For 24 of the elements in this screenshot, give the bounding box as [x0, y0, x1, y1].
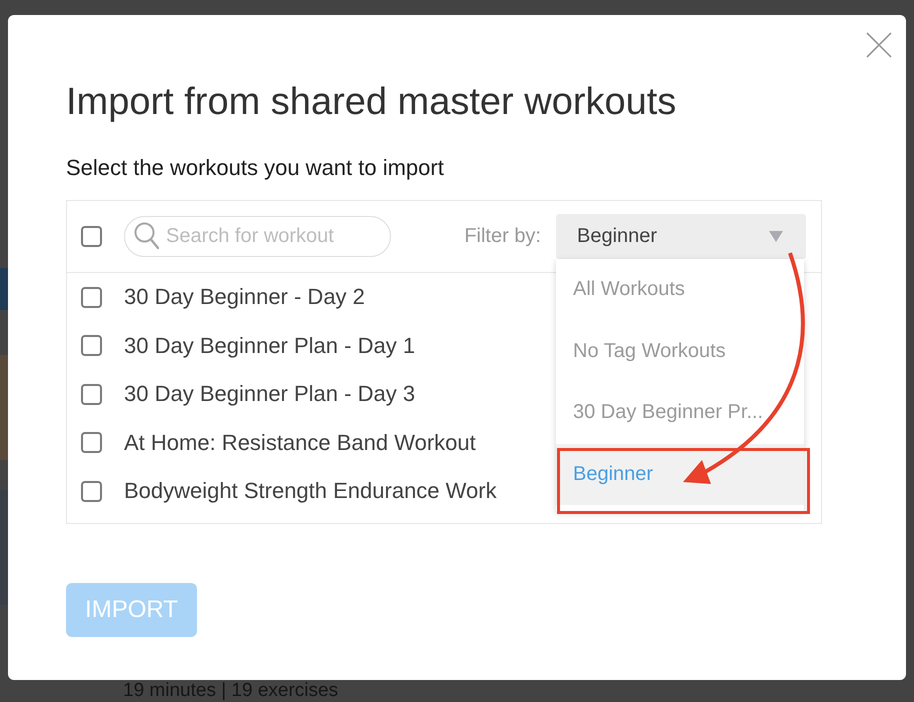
filter-option[interactable]: 30 Day Beginner Pr...	[556, 382, 804, 444]
workout-name: Bodyweight Strength Endurance Work	[124, 478, 497, 504]
dropdown-triangle-icon	[769, 231, 783, 242]
close-button[interactable]	[866, 32, 892, 58]
row-checkbox[interactable]	[81, 335, 102, 356]
row-checkbox[interactable]	[81, 286, 102, 308]
filter-option[interactable]: No Tag Workouts	[556, 320, 804, 382]
workout-name: 30 Day Beginner - Day 2	[124, 284, 365, 310]
filter-select[interactable]: Beginner	[556, 214, 806, 259]
workout-name: At Home: Resistance Band Workout	[124, 430, 476, 456]
dialog-title: Import from shared master workouts	[66, 80, 676, 124]
filter-label: Filter by:	[464, 225, 541, 248]
workout-name: 30 Day Beginner Plan - Day 1	[124, 332, 416, 359]
filter-option[interactable]: All Workouts	[556, 259, 804, 320]
search-icon	[134, 222, 159, 250]
page-header-bar	[0, 268, 8, 310]
dialog-subtitle: Select the workouts you want to import	[66, 155, 444, 181]
row-checkbox[interactable]	[81, 384, 102, 405]
close-icon	[866, 32, 892, 58]
workout-name: 30 Day Beginner Plan - Day 3	[124, 381, 416, 408]
search-field[interactable]: Search for workout	[124, 216, 391, 257]
row-checkbox[interactable]	[81, 432, 102, 454]
select-all-checkbox[interactable]	[81, 226, 102, 247]
row-checkbox[interactable]	[81, 480, 102, 502]
